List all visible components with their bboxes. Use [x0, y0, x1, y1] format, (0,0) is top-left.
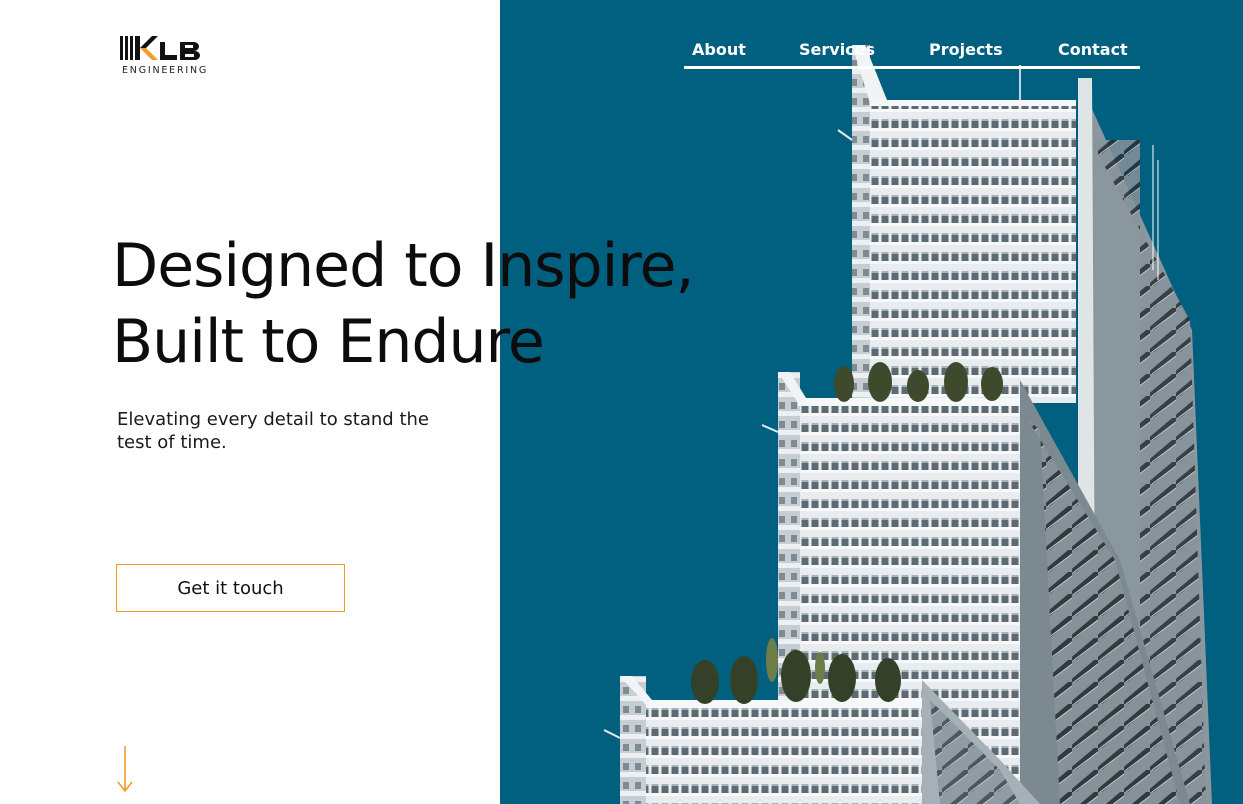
nav-underline	[684, 66, 1140, 69]
klb-logo-mark	[120, 36, 200, 60]
nav-item-projects[interactable]: Projects	[929, 40, 1003, 59]
get-in-touch-button[interactable]: Get it touch	[116, 564, 345, 612]
hero-image-panel	[500, 0, 1243, 804]
nav-item-contact[interactable]: Contact	[1058, 40, 1128, 59]
building-photo	[603, 45, 1212, 804]
hero-title-line-1: Designed to Inspire,	[112, 231, 695, 301]
hero-title-line-2: Built to Endure	[112, 307, 545, 377]
brand-logo[interactable]: ENGINEERING	[120, 34, 210, 78]
hero-title: Designed to Inspire, Built to Endure	[112, 228, 812, 380]
arrow-down-icon[interactable]	[115, 744, 137, 798]
hero-subtitle: Elevating every detail to stand the test…	[117, 409, 429, 453]
logo-subtitle: ENGINEERING	[122, 65, 209, 76]
left-panel	[0, 0, 500, 804]
main-nav: About Services Projects Contact	[684, 40, 1140, 70]
nav-item-about[interactable]: About	[692, 40, 746, 59]
nav-item-services[interactable]: Services	[799, 40, 875, 59]
